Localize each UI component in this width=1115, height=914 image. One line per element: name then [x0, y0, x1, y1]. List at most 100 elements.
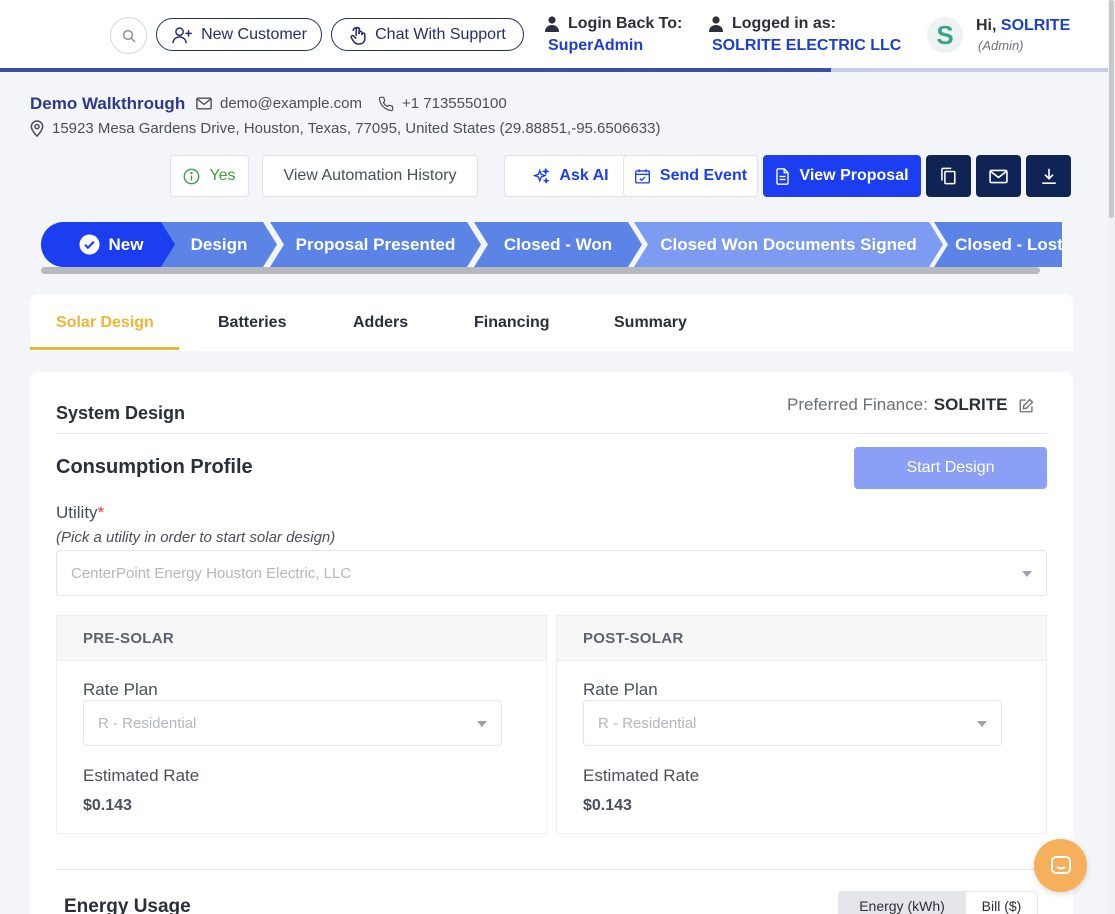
utility-label-text: Utility — [56, 503, 98, 522]
stage-closed-won-documents-signed[interactable]: Closed Won Documents Signed — [634, 222, 943, 267]
sparkles-icon — [533, 167, 551, 184]
post-solar-estimated-rate-value: $0.143 — [583, 797, 632, 814]
section-divider — [56, 869, 1047, 870]
chevron-down-icon — [977, 721, 987, 727]
user-icon — [545, 16, 559, 32]
pre-solar-rate-plan-select[interactable]: R - Residential — [83, 700, 502, 746]
new-customer-label: New Customer — [201, 25, 307, 43]
top-header: New Customer Chat With Support Login Bac… — [0, 0, 1108, 68]
system-design-title: System Design — [56, 403, 186, 423]
chat-support-label: Chat With Support — [375, 25, 506, 43]
stage-label: Design — [190, 234, 248, 254]
pre-solar-rate-plan-label: Rate Plan — [83, 680, 158, 699]
send-event-button[interactable]: Send Event — [623, 155, 758, 197]
search-button[interactable] — [110, 17, 147, 54]
customer-phone[interactable]: +1 7135550100 — [378, 95, 507, 112]
touch-hand-icon — [350, 26, 366, 45]
user-role: (Admin) — [978, 38, 1024, 53]
chat-widget-button[interactable] — [1034, 839, 1087, 892]
pre-solar-rate-plan-value: R - Residential — [98, 714, 197, 732]
section-divider — [56, 433, 1047, 434]
stage-new[interactable]: New — [41, 222, 181, 267]
required-marker: * — [97, 503, 105, 522]
start-design-button[interactable]: Start Design — [854, 447, 1047, 489]
active-tab-indicator — [30, 347, 179, 350]
search-icon — [122, 29, 136, 43]
toggle-bill[interactable]: Bill ($) — [965, 891, 1038, 914]
stage-closed-lost[interactable]: Closed - Lost — [934, 222, 1062, 267]
download-button[interactable] — [1026, 155, 1071, 197]
tab-adders[interactable]: Adders — [353, 294, 408, 351]
add-user-icon — [172, 26, 192, 43]
copy-button[interactable] — [926, 155, 971, 197]
edit-finance-button[interactable] — [1019, 398, 1034, 413]
mail-icon — [196, 97, 212, 110]
customer-phone-text: +1 7135550100 — [402, 95, 507, 112]
preferred-finance-value: SOLRITE — [933, 395, 1008, 414]
utility-hint: (Pick a utility in order to start solar … — [56, 529, 336, 546]
greeting[interactable]: Hi, SOLRITE — [976, 17, 1070, 35]
download-icon — [1041, 168, 1056, 185]
customer-email[interactable]: demo@example.com — [196, 95, 362, 112]
header-progress-fill — [0, 68, 831, 72]
pre-solar-title: PRE-SOLAR — [57, 616, 546, 661]
chat-icon — [1050, 855, 1071, 874]
customer-address-text: 15923 Mesa Gardens Drive, Houston, Texas… — [52, 120, 661, 137]
login-back-label-row: Login Back To: — [545, 15, 682, 33]
stage-closed-won[interactable]: Closed - Won — [474, 222, 642, 267]
chevron-down-icon — [1022, 571, 1032, 577]
chat-support-button[interactable]: Chat With Support — [331, 18, 524, 51]
ask-ai-button[interactable]: Ask AI — [504, 155, 638, 197]
stage-label: Closed - Lost — [955, 234, 1062, 254]
login-back-label: Login Back To: — [568, 15, 683, 32]
post-solar-title: POST-SOLAR — [557, 616, 1046, 661]
email-button[interactable] — [976, 155, 1021, 197]
view-automation-history-button[interactable]: View Automation History — [262, 155, 478, 197]
tab-batteries[interactable]: Batteries — [218, 294, 286, 351]
user-icon — [709, 16, 723, 32]
preferred-finance-label: Preferred Finance: — [787, 395, 928, 414]
toggle-energy-kwh[interactable]: Energy (kWh) — [838, 891, 966, 914]
consumption-profile-title: Consumption Profile — [56, 456, 253, 478]
view-proposal-button[interactable]: View Proposal — [763, 155, 921, 197]
tab-solar-design[interactable]: Solar Design — [56, 294, 154, 351]
login-back-link[interactable]: SuperAdmin — [548, 37, 643, 55]
greeting-name: SOLRITE — [1000, 17, 1071, 34]
page-scrollbar-thumb[interactable] — [1109, 0, 1114, 218]
logged-in-label-row: Logged in as: — [709, 15, 836, 33]
stage-label: New — [108, 234, 144, 254]
avatar[interactable]: S — [927, 17, 963, 53]
post-solar-rate-plan-label: Rate Plan — [583, 680, 658, 699]
calendar-check-icon — [634, 168, 650, 184]
logged-in-company[interactable]: SOLRITE ELECTRIC LLC — [712, 37, 901, 55]
utility-select[interactable]: CenterPoint Energy Houston Electric, LLC — [56, 550, 1047, 596]
info-circle-icon — [184, 168, 200, 184]
utility-select-value: CenterPoint Energy Houston Electric, LLC — [71, 564, 352, 582]
phone-icon — [378, 96, 394, 111]
stage-design[interactable]: Design — [161, 222, 277, 267]
stage-proposal-presented[interactable]: Proposal Presented — [270, 222, 481, 267]
energy-usage-title: Energy Usage — [64, 896, 191, 914]
tab-summary[interactable]: Summary — [614, 294, 687, 351]
check-circle-icon — [79, 234, 100, 255]
document-icon — [776, 167, 790, 185]
copy-icon — [941, 167, 956, 185]
yes-button[interactable]: Yes — [170, 155, 249, 197]
new-customer-button[interactable]: New Customer — [156, 18, 322, 51]
tab-financing[interactable]: Financing — [474, 294, 550, 351]
page-scrollbar[interactable] — [1108, 0, 1115, 914]
post-solar-estimated-rate-label: Estimated Rate — [583, 766, 700, 785]
post-solar-rate-plan-select[interactable]: R - Residential — [583, 700, 1002, 746]
greeting-prefix: Hi, — [976, 17, 997, 34]
customer-address[interactable]: 15923 Mesa Gardens Drive, Houston, Texas… — [30, 120, 660, 137]
stage-pipeline: New Design Proposal Presented Closed - W… — [41, 222, 1062, 267]
design-tabs: Solar Design Batteries Adders Financing … — [30, 294, 1073, 351]
customer-name[interactable]: Demo Walkthrough — [30, 94, 185, 114]
stage-label: Proposal Presented — [295, 234, 456, 254]
chevron-down-icon — [477, 721, 487, 727]
mail-icon — [989, 169, 1008, 183]
view-proposal-label: View Proposal — [799, 167, 909, 184]
stage-pipeline-scrollbar[interactable] — [41, 267, 1040, 274]
logged-in-label: Logged in as: — [732, 15, 836, 32]
edit-icon — [1020, 398, 1034, 412]
